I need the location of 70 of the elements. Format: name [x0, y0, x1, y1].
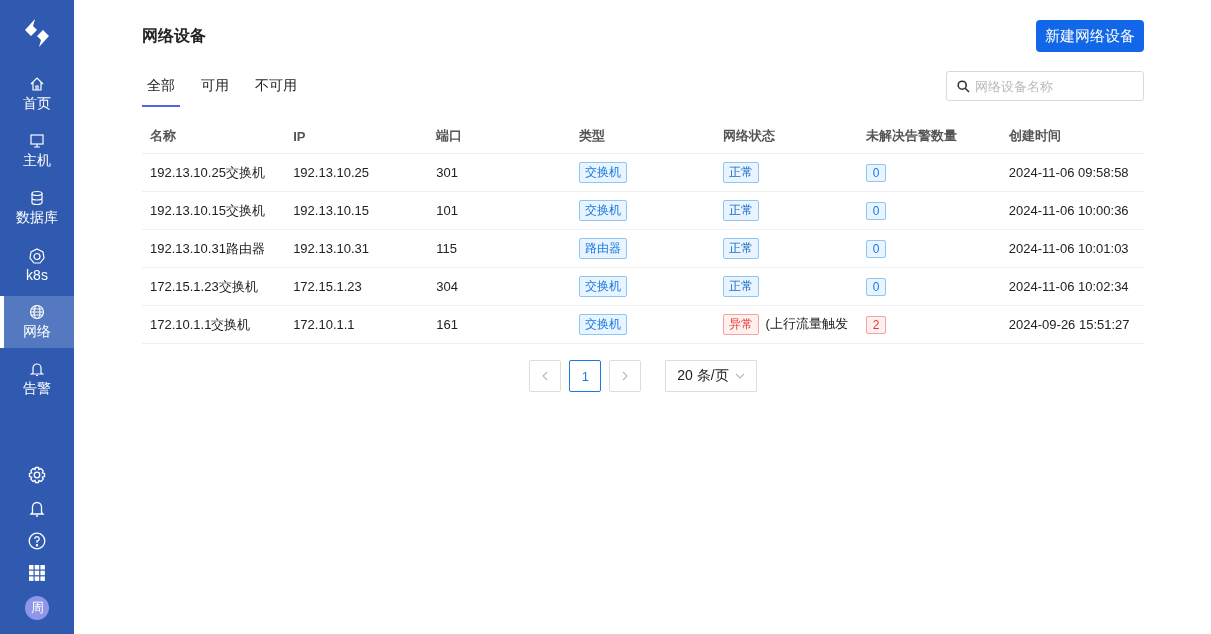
table-cell: 192.13.10.31路由器	[150, 240, 265, 256]
alarm-count: 0	[865, 277, 887, 296]
status-tag: 异常	[722, 314, 759, 335]
status-note: (上行流量触发	[765, 316, 848, 331]
alarm-count: 2	[865, 315, 887, 334]
type-tag: 路由器	[579, 238, 628, 259]
wheel-icon	[29, 247, 45, 264]
bell-icon[interactable]	[28, 499, 46, 517]
filter-tab[interactable]: 全部	[142, 77, 180, 107]
column-header: 网络状态	[714, 127, 858, 154]
table-cell: 2024-11-06 09:58:58	[1008, 165, 1129, 180]
status-tag: 正常	[722, 200, 759, 221]
table-cell: 2024-09-26 15:51:27	[1008, 317, 1130, 332]
table-cell: 2024-11-06 10:02:34	[1008, 279, 1129, 294]
table-cell: 192.13.10.25	[293, 165, 370, 180]
table-cell: 192.13.10.31	[293, 241, 370, 256]
type-tag: 交换机	[579, 276, 628, 297]
column-header: IP	[285, 127, 429, 154]
type-tag: 交换机	[579, 200, 628, 221]
database-icon	[29, 189, 45, 206]
filter-tab[interactable]: 不可用	[250, 77, 302, 107]
table-cell: 2024-11-06 10:01:03	[1008, 241, 1129, 256]
table-cell: 172.15.1.23交换机	[150, 278, 258, 294]
globe-icon	[29, 303, 45, 320]
bell-icon	[29, 360, 45, 377]
help-icon[interactable]	[28, 532, 46, 550]
table-cell: 115	[436, 241, 457, 256]
table-cell: 101	[436, 203, 458, 218]
type-tag: 交换机	[579, 162, 628, 183]
page-title: 网络设备	[142, 25, 206, 46]
table-cell: 172.15.1.23	[293, 279, 362, 294]
table-cell: 172.10.1.1	[293, 317, 355, 332]
nav-item[interactable]: 数据库	[0, 182, 74, 234]
monitor-icon	[29, 132, 45, 149]
column-header: 创建时间	[1000, 127, 1144, 154]
table-cell: 192.13.10.15交换机	[150, 202, 265, 218]
new-device-button[interactable]: 新建网络设备	[1036, 20, 1144, 52]
table-cell: 161	[436, 317, 458, 332]
nav-item[interactable]: k8s	[0, 239, 74, 291]
status-tag: 正常	[722, 162, 759, 183]
column-header: 名称	[142, 127, 286, 154]
table-cell: 304	[436, 279, 458, 294]
nav-item[interactable]: 主机	[0, 125, 74, 177]
table-cell: 192.13.10.25交换机	[150, 164, 265, 180]
table-cell: 172.10.1.1交换机	[150, 316, 251, 332]
filter-tab[interactable]: 可用	[196, 77, 234, 107]
nav-item[interactable]: 网络	[0, 296, 74, 348]
table-cell: 301	[436, 165, 458, 180]
chevron-left-icon	[541, 371, 550, 381]
nav-item[interactable]: 首页	[0, 68, 74, 120]
settings-icon[interactable]	[28, 466, 46, 484]
table-cell: 2024-11-06 10:00:36	[1008, 203, 1129, 218]
column-header: 未解决告警数量	[857, 127, 1001, 154]
status-tag: 正常	[722, 276, 759, 297]
grid-icon[interactable]	[29, 565, 45, 581]
alarm-count: 0	[865, 201, 887, 220]
status-tag: 正常	[722, 238, 759, 259]
column-header: 类型	[571, 127, 715, 154]
nav-item[interactable]: 告警	[0, 353, 74, 405]
alarm-count: 0	[865, 163, 887, 182]
search-field[interactable]: 网络设备名称	[946, 71, 1144, 101]
chevron-right-icon	[621, 371, 630, 381]
page-button[interactable]: 1	[569, 360, 602, 392]
alarm-count: 0	[865, 239, 887, 258]
type-tag: 交换机	[579, 314, 628, 335]
home-icon	[29, 75, 45, 92]
page-size-select[interactable]: 20 条/页	[665, 360, 757, 392]
chevron-down-icon	[734, 373, 745, 379]
table-cell: 192.13.10.15	[293, 203, 370, 218]
column-header: 端口	[428, 127, 572, 154]
